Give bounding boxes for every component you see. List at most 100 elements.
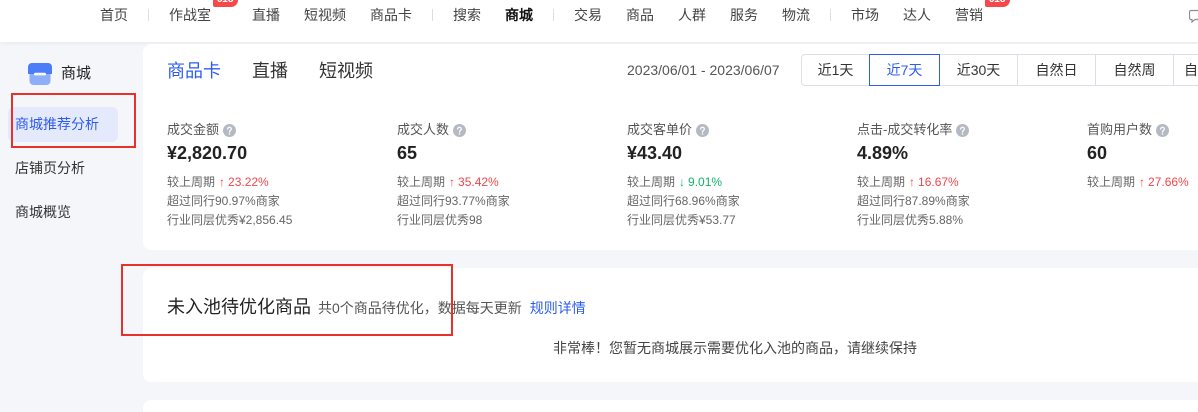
metric-label: 成交人数	[397, 122, 450, 137]
metric-label-row: 成交人数	[397, 121, 627, 139]
period-button-last-7-days[interactable]: 近7天	[869, 54, 940, 86]
next-card	[143, 400, 1198, 412]
metrics-card: 商品卡 直播 短视频 2023/06/01 - 2023/06/07 近1天 近…	[143, 44, 1198, 250]
nav-item-market[interactable]: 市场	[851, 6, 879, 24]
metric-label-row: 成交金额	[167, 121, 397, 139]
nav-divider	[830, 9, 831, 21]
sidebar-title: 商城	[61, 65, 92, 82]
top-nav-list: 首页 作战室618 直播 短视频 商品卡 搜索 商城 交易 商品 人群 服务 物…	[100, 0, 1010, 24]
nav-item-live[interactable]: 直播	[252, 6, 280, 24]
peer-comparison: 超过同行87.89%商家	[857, 194, 970, 208]
industry-benchmark: 行业同层优秀5.88%	[857, 213, 964, 227]
peer-comparison: 超过同行68.96%商家	[627, 194, 740, 208]
nav-item-label: 作战室	[169, 7, 211, 23]
help-icon[interactable]	[223, 123, 237, 137]
metric-trend: 较上周期 ↑ 16.67%	[857, 173, 1087, 192]
content-tabs: 商品卡 直播 短视频	[167, 59, 404, 83]
metric-label-row: 成交客单价	[627, 121, 857, 139]
help-icon[interactable]	[956, 123, 970, 137]
nav-item-marketing[interactable]: 营销618	[955, 0, 1010, 24]
nav-divider	[148, 9, 149, 21]
period-button-last-30-days[interactable]: 近30天	[939, 54, 1018, 86]
metric-buyers: 成交人数 65 较上周期 ↑ 35.42% 超过同行93.77%商家 行业同层优秀9…	[397, 121, 627, 230]
period-button-natural-day[interactable]: 自然日	[1017, 54, 1096, 86]
change-value: 35.42%	[458, 175, 499, 189]
metric-trend: 较上周期 ↑ 27.66%	[1087, 173, 1198, 192]
metric-trend: 较上周期 ↑ 23.22%	[167, 173, 397, 192]
message-icon[interactable]	[1189, 9, 1198, 23]
industry-benchmark: 行业同层优秀98	[397, 213, 483, 227]
nav-item-short-video[interactable]: 短视频	[304, 6, 346, 24]
promo-badge: 618	[985, 0, 1010, 7]
metrics-row: 成交金额 ¥2,820.70 较上周期 ↑ 23.22% 超过同行90.97%商家 …	[167, 121, 1198, 230]
compare-label: 较上周期	[167, 175, 216, 189]
tab-short-video[interactable]: 短视频	[319, 59, 373, 83]
change-value: 27.66%	[1148, 175, 1189, 189]
pool-optimization-card: 未入池待优化商品 共0个商品待优化，数据每天更新 规则详情 非常棒！您暂无商城展…	[143, 268, 1198, 382]
metric-value: ¥2,820.70	[167, 143, 248, 163]
help-icon[interactable]	[453, 123, 467, 137]
help-icon[interactable]	[1156, 123, 1170, 137]
nav-item-audience[interactable]: 人群	[678, 6, 706, 24]
sidebar-item-mall-overview[interactable]: 商城概览	[8, 195, 118, 230]
nav-item-trade[interactable]: 交易	[574, 6, 602, 24]
help-icon[interactable]	[696, 123, 710, 137]
trend-up-icon: ↑	[219, 175, 226, 189]
sidebar-menu: 商城推荐分析 店铺页分析 商城概览	[8, 107, 118, 230]
trend-up-icon: ↑	[1139, 175, 1146, 189]
sidebar-header: 商城	[28, 63, 91, 85]
metric-value: ¥43.40	[627, 143, 683, 163]
nav-item-home[interactable]: 首页	[100, 6, 128, 24]
period-selector: 近1天 近7天 近30天 自然日 自然周 自	[801, 54, 1198, 86]
metric-value: 65	[397, 143, 418, 163]
metric-trend: 较上周期 ↑ 35.42%	[397, 173, 627, 192]
nav-item-mall[interactable]: 商城	[505, 6, 533, 24]
sidebar: 商城 商城推荐分析 店铺页分析 商城概览	[0, 42, 135, 412]
compare-label: 较上周期	[1087, 175, 1136, 189]
period-button-last-1-day[interactable]: 近1天	[801, 54, 870, 86]
section-summary: 共0个商品待优化，数据每天更新	[318, 300, 522, 316]
nav-item-service[interactable]: 服务	[730, 6, 758, 24]
metric-label: 成交金额	[167, 122, 220, 137]
period-button-natural-week[interactable]: 自然周	[1095, 54, 1174, 86]
metric-first-purchase-users: 首购用户数 60 较上周期 ↑ 27.66%	[1087, 121, 1198, 230]
period-button-natural-month[interactable]: 自	[1173, 54, 1198, 86]
nav-divider	[553, 9, 554, 21]
metric-label-row: 首购用户数	[1087, 121, 1198, 139]
metric-click-conversion-rate: 点击-成交转化率 4.89% 较上周期 ↑ 16.67% 超过同行87.89%商家 …	[857, 121, 1087, 230]
tab-product-card[interactable]: 商品卡	[167, 59, 221, 83]
industry-benchmark: 行业同层优秀¥53.77	[627, 213, 736, 227]
change-value: 16.67%	[918, 175, 959, 189]
section-title: 未入池待优化商品	[167, 297, 311, 317]
compare-label: 较上周期	[397, 175, 446, 189]
nav-item-label: 营销	[955, 7, 983, 23]
metric-label: 点击-成交转化率	[857, 122, 953, 137]
trend-down-icon: ↓	[679, 175, 686, 189]
peer-comparison: 超过同行93.77%商家	[397, 194, 510, 208]
peer-comparison: 超过同行90.97%商家	[167, 194, 280, 208]
nav-item-logistics[interactable]: 物流	[782, 6, 810, 24]
promo-badge: 618	[213, 0, 238, 7]
rule-details-link[interactable]: 规则详情	[530, 298, 586, 318]
metric-trend: 较上周期 ↓ 9.01%	[627, 173, 857, 192]
tab-live[interactable]: 直播	[252, 59, 288, 83]
nav-item-talent[interactable]: 达人	[903, 6, 931, 24]
sidebar-item-shop-page-analysis[interactable]: 店铺页分析	[8, 151, 118, 186]
nav-item-goods[interactable]: 商品	[626, 6, 654, 24]
nav-item-war-room[interactable]: 作战室618	[169, 0, 238, 24]
metric-value: 4.89%	[857, 143, 909, 163]
compare-label: 较上周期	[857, 175, 906, 189]
metric-label: 首购用户数	[1087, 122, 1153, 137]
top-nav: 首页 作战室618 直播 短视频 商品卡 搜索 商城 交易 商品 人群 服务 物…	[0, 0, 1198, 42]
date-range[interactable]: 2023/06/01 - 2023/06/07	[627, 61, 780, 79]
metric-label-row: 点击-成交转化率	[857, 121, 1087, 139]
nav-divider	[432, 9, 433, 21]
metric-average-order-value: 成交客单价 ¥43.40 较上周期 ↓ 9.01% 超过同行68.96%商家 行业同…	[627, 121, 857, 230]
nav-item-search[interactable]: 搜索	[453, 6, 481, 24]
metric-label: 成交客单价	[627, 122, 693, 137]
sidebar-item-mall-recommendation-analysis[interactable]: 商城推荐分析	[8, 107, 118, 142]
change-value: 9.01%	[688, 175, 723, 189]
nav-item-product-card[interactable]: 商品卡	[370, 6, 412, 24]
industry-benchmark: 行业同层优秀¥2,856.45	[167, 213, 293, 227]
metric-value: 60	[1087, 143, 1108, 163]
